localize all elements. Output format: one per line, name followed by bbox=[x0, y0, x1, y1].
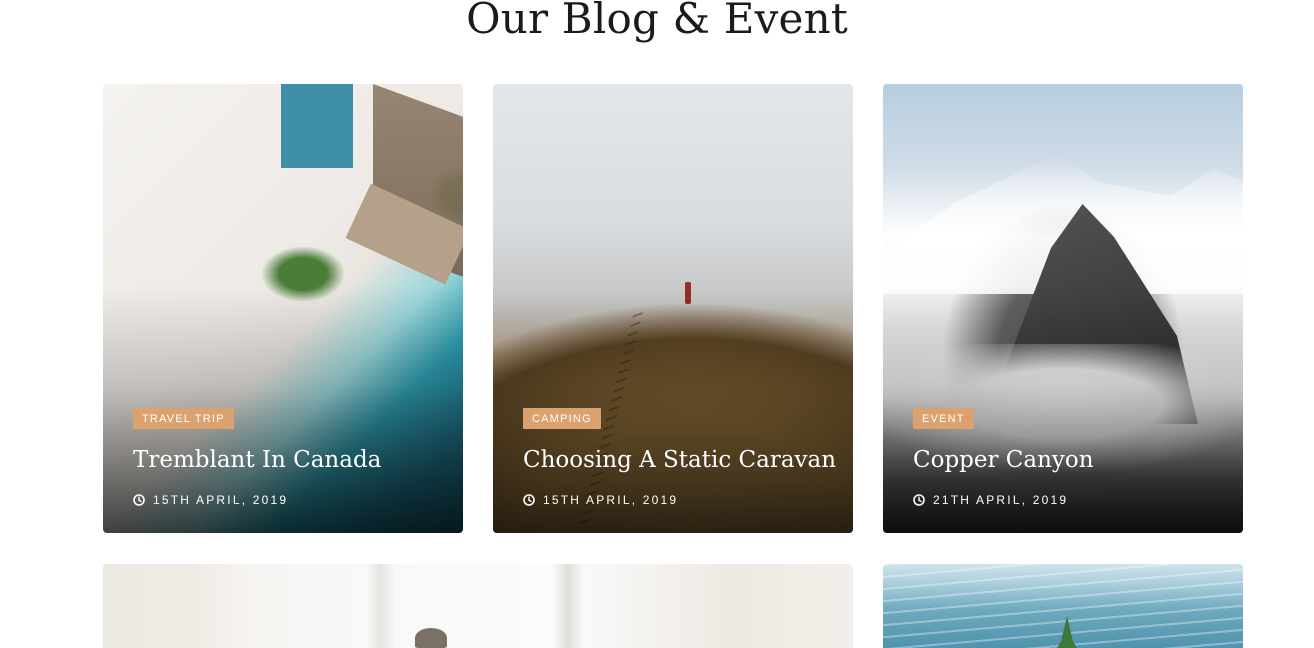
post-title[interactable]: Copper Canyon bbox=[913, 447, 1223, 473]
post-title[interactable]: Choosing A Static Caravan bbox=[523, 447, 836, 473]
blog-card-sea[interactable] bbox=[883, 564, 1243, 648]
post-category-tag[interactable]: Event bbox=[913, 408, 974, 429]
clock-icon bbox=[913, 494, 925, 506]
post-image-room bbox=[103, 564, 853, 648]
blog-card-tremblant[interactable]: Travel Trip Tremblant In Canada 15th Apr… bbox=[103, 84, 463, 533]
section-title: Our Blog & Event bbox=[466, 0, 848, 43]
blog-card-copper-canyon[interactable]: Event Copper Canyon 21th April, 2019 bbox=[883, 84, 1243, 533]
clock-icon bbox=[133, 494, 145, 506]
post-date-text: 15th April, 2019 bbox=[153, 493, 289, 507]
blog-card-wide[interactable] bbox=[103, 564, 853, 648]
blog-card-caravan[interactable]: Camping Choosing A Static Caravan 15th A… bbox=[493, 84, 853, 533]
post-date: 21th April, 2019 bbox=[913, 493, 1223, 507]
post-image-sea bbox=[883, 564, 1243, 648]
post-date-text: 21th April, 2019 bbox=[933, 493, 1069, 507]
post-category-tag[interactable]: Camping bbox=[523, 408, 601, 429]
post-date: 15th April, 2019 bbox=[133, 493, 443, 507]
post-date: 15th April, 2019 bbox=[523, 493, 833, 507]
clock-icon bbox=[523, 494, 535, 506]
post-title[interactable]: Tremblant In Canada bbox=[133, 447, 443, 473]
post-category-tag[interactable]: Travel Trip bbox=[133, 408, 234, 429]
post-date-text: 15th April, 2019 bbox=[543, 493, 679, 507]
